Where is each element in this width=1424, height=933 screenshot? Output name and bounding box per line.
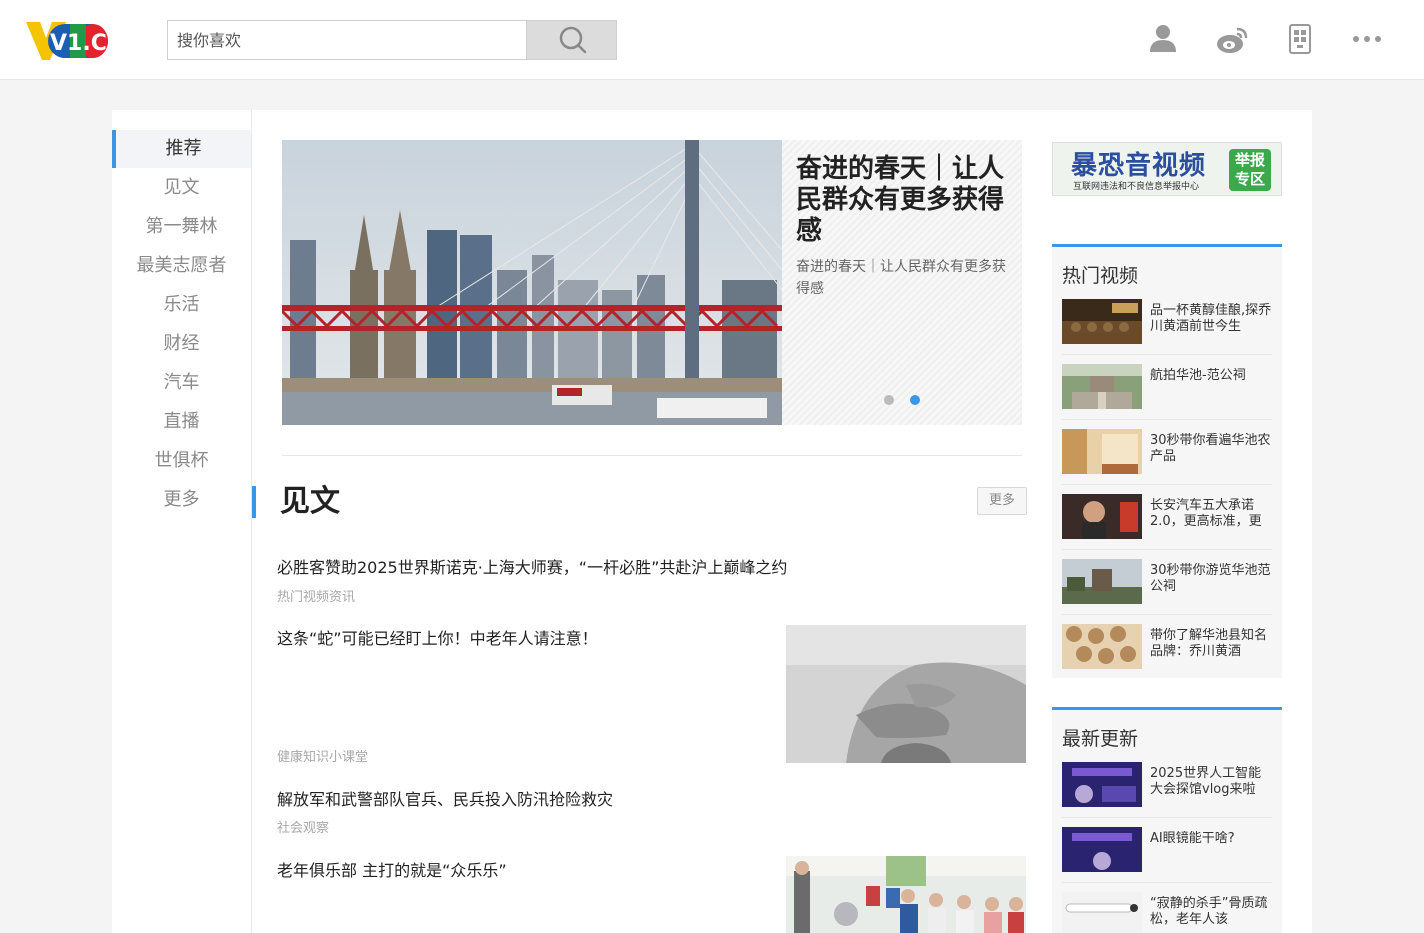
banner-carousel[interactable]: 奋进的春天｜让人民群众有更多获得感 奋进的春天｜让人民群众有更多获得感 [282,140,1022,425]
nav-item-finance[interactable]: 财经 [112,325,251,363]
user-icon[interactable] [1146,22,1180,56]
search-icon [559,26,587,54]
banner-title[interactable]: 奋进的春天｜让人民群众有更多获得感 [796,154,1014,247]
divider [1062,549,1272,550]
article-thumbnail[interactable] [786,625,1026,763]
divider [1062,484,1272,485]
banner-subtitle: 奋进的春天｜让人民群众有更多获得感 [796,259,1006,297]
video-title[interactable]: 30秒带你游览华池范公祠 [1150,563,1272,595]
nav-item-dance[interactable]: 第一舞林 [112,208,251,246]
video-thumbnail[interactable] [1062,494,1142,539]
top-header: V1.CN [0,0,1424,80]
report-banner-ad[interactable]: 暴恐音视频 互联网违法和不良信息举报中心 举报专区 [1052,142,1282,196]
nav-item-live[interactable]: 直播 [112,403,251,441]
video-thumbnail[interactable] [1062,299,1142,344]
more-icon[interactable] [1350,22,1384,56]
banner-image[interactable] [282,140,782,425]
search-button[interactable] [526,21,616,59]
video-title[interactable]: 品一杯黄醇佳酿,探乔川黄酒前世今生 [1150,303,1272,335]
video-item[interactable]: “寂静的杀手”骨质疏松，老年人该 [1062,892,1272,933]
video-title[interactable]: AI眼镜能干啥? [1150,831,1272,847]
section-more-button[interactable]: 更多 [977,487,1027,515]
video-title[interactable]: 2025世界人工智能大会探馆vlog来啦 [1150,766,1272,798]
video-thumbnail[interactable] [1062,429,1142,474]
video-item[interactable]: 航拍华池-范公祠 [1062,364,1272,429]
divider [282,455,1022,456]
carousel-dot-1[interactable] [884,395,894,405]
divider [1062,882,1272,883]
article-thumbnail[interactable] [786,856,1026,933]
video-title[interactable]: 带你了解华池县知名品牌：乔川黄酒 [1150,628,1272,660]
nav-item-volunteer[interactable]: 最美志愿者 [112,247,251,285]
nav-item-recommend[interactable]: 推荐 [112,130,251,168]
banner-caption[interactable]: 奋进的春天｜让人民群众有更多获得感 奋进的春天｜让人民群众有更多获得感 [782,140,1022,425]
nav-item-lifestyle[interactable]: 乐活 [112,286,251,324]
video-title[interactable]: 30秒带你看遍华池农产品 [1150,433,1272,465]
ad-title: 暴恐音视频 [1071,151,1207,181]
nav-item-more[interactable]: 更多 [112,481,251,519]
video-thumbnail[interactable] [1062,364,1142,409]
main-container: 推荐 见文 第一舞林 最美志愿者 乐活 财经 汽车 直播 世俱杯 更多 奋进的春… [112,110,1312,933]
section-accent-bar [252,486,256,518]
article-title[interactable]: 解放军和武警部队官兵、民兵投入防汛抢险救灾 [277,786,613,810]
article-title[interactable]: 必胜客赞助2025世界斯诺克·上海大师赛，“一杆必胜”共赴沪上巅峰之约 [277,554,787,578]
ad-subtitle: 互联网违法和不良信息举报中心 [1073,182,1200,192]
article-tag[interactable]: 健康知识小课堂 [277,746,368,765]
latest-panel: 最新更新 2025世界人工智能大会探馆vlog来啦 AI眼镜能干啥? “寂静的杀… [1052,707,1282,933]
carousel-dot-2[interactable] [910,395,920,405]
section-title: 见文 [280,484,340,519]
nav-item-auto[interactable]: 汽车 [112,364,251,402]
article-tag[interactable]: 社会观察 [277,817,329,836]
article-tag[interactable]: 热门视频资讯 [277,586,355,605]
video-title[interactable]: 长安汽车五大承诺2.0，更高标准，更 [1150,498,1272,530]
weibo-icon[interactable] [1215,22,1249,56]
video-item[interactable]: 长安汽车五大承诺2.0，更高标准，更 [1062,494,1272,559]
search-box [167,20,617,60]
video-item[interactable]: AI眼镜能干啥? [1062,827,1272,892]
panel-title: 热门视频 [1062,265,1139,287]
logo-text: V1.CN [50,31,112,56]
video-title[interactable]: 航拍华池-范公祠 [1150,368,1272,384]
nav-item-club-cup[interactable]: 世俱杯 [112,442,251,480]
video-item[interactable]: 品一杯黄醇佳酿,探乔川黄酒前世今生 [1062,299,1272,364]
video-thumbnail[interactable] [1062,559,1142,604]
hot-videos-panel: 热门视频 品一杯黄醇佳酿,探乔川黄酒前世今生 航拍华池-范公祠 30秒带你看遍华… [1052,244,1282,678]
divider [1062,354,1272,355]
side-nav: 推荐 见文 第一舞林 最美志愿者 乐活 财经 汽车 直播 世俱杯 更多 [112,110,252,933]
video-thumbnail[interactable] [1062,827,1142,872]
search-input[interactable] [168,21,526,59]
article-title[interactable]: 这条“蛇”可能已经盯上你！中老年人请注意！ [277,625,598,649]
site-logo[interactable]: V1.CN [26,20,125,62]
divider [1062,817,1272,818]
video-item[interactable]: 2025世界人工智能大会探馆vlog来啦 [1062,762,1272,827]
divider [1062,419,1272,420]
video-item[interactable]: 30秒带你看遍华池农产品 [1062,429,1272,494]
video-title[interactable]: “寂静的杀手”骨质疏松，老年人该 [1150,896,1272,928]
nav-item-jianwen[interactable]: 见文 [112,169,251,207]
ad-badge: 举报专区 [1229,149,1271,191]
video-item[interactable]: 30秒带你游览华池范公祠 [1062,559,1272,624]
article-title[interactable]: 老年俱乐部 主打的就是“众乐乐” [277,857,507,881]
video-thumbnail[interactable] [1062,624,1142,669]
divider [1062,614,1272,615]
video-item[interactable]: 带你了解华池县知名品牌：乔川黄酒 [1062,624,1272,689]
video-thumbnail[interactable] [1062,762,1142,807]
video-thumbnail[interactable] [1062,892,1142,933]
qrcode-icon[interactable] [1283,22,1317,56]
panel-title: 最新更新 [1062,728,1139,750]
